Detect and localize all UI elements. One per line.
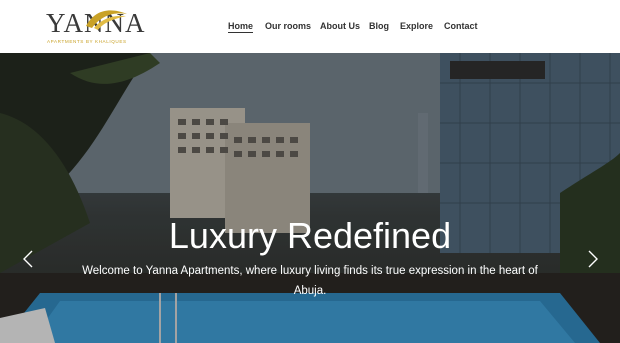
nav-blog[interactable]: Blog <box>369 20 389 32</box>
site-header: YANNA APARTMENTS BY KHALIQUES Home Our r… <box>0 0 620 53</box>
chevron-right-icon <box>588 250 598 268</box>
hero-title: Luxury Redefined <box>168 215 452 256</box>
logo-swoosh-icon <box>86 10 127 30</box>
chevron-left-icon <box>23 250 33 268</box>
nav-home[interactable]: Home <box>228 20 254 33</box>
hero-slider: Luxury Redefined Welcome to Yanna Apartm… <box>0 53 620 343</box>
hero-subtitle: Welcome to Yanna Apartments, where luxur… <box>82 265 538 297</box>
slider-prev-button[interactable] <box>21 249 35 269</box>
brand-tagline: APARTMENTS BY KHALIQUES <box>47 39 127 44</box>
brand-logo[interactable]: YANNA APARTMENTS BY KHALIQUES <box>44 6 145 48</box>
slider-next-button[interactable] <box>586 249 600 269</box>
nav-our-rooms[interactable]: Our rooms <box>265 20 311 32</box>
nav-contact[interactable]: Contact <box>444 20 478 32</box>
nav-about-us[interactable]: About Us <box>320 20 360 32</box>
nav-explore[interactable]: Explore <box>400 20 433 32</box>
